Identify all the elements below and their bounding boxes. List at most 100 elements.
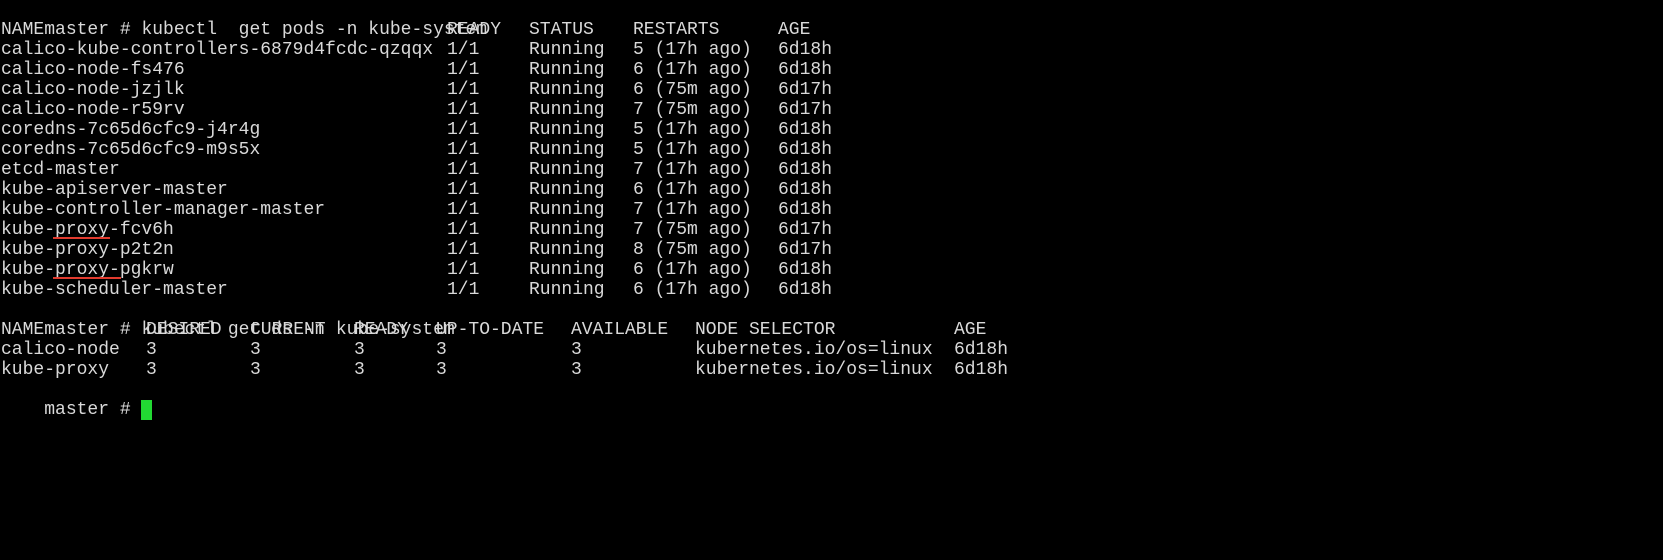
ds-row: calico-node 3 3 3 3 3 kubernetes.io/os=l… bbox=[1, 340, 1008, 360]
pod-restarts: 6 (75m ago) bbox=[633, 80, 752, 100]
pod-name: calico-node-jzjlk bbox=[1, 80, 185, 100]
pod-name: etcd-master bbox=[1, 160, 120, 180]
pod-status: Running bbox=[529, 180, 605, 200]
ds-age: 6d18h bbox=[954, 340, 1009, 360]
ds-name: calico-node bbox=[1, 340, 120, 360]
pods-header-row: NAME READY STATUS RESTARTS AGE bbox=[1, 20, 810, 40]
pod-status: Running bbox=[529, 140, 605, 160]
ds-node-selector: kubernetes.io/os=linux bbox=[695, 340, 933, 360]
column-header-name: NAME bbox=[1, 320, 45, 340]
pod-status: Running bbox=[529, 80, 605, 100]
pod-name: kube-apiserver-master bbox=[1, 180, 228, 200]
pod-restarts: 6 (17h ago) bbox=[633, 60, 752, 80]
ds-up-to-date: 3 bbox=[436, 360, 447, 380]
pod-status: Running bbox=[529, 120, 605, 140]
ds-node-selector: kubernetes.io/os=linux bbox=[695, 360, 933, 380]
column-header-desired: DESIRED bbox=[146, 320, 222, 340]
terminal-window[interactable]: master # kubectl get pods -n kube-system… bbox=[1, 0, 1661, 435]
pod-restarts: 6 (17h ago) bbox=[633, 260, 752, 280]
pod-restarts: 7 (17h ago) bbox=[633, 160, 752, 180]
pod-age: 6d18h bbox=[778, 200, 833, 220]
pod-status: Running bbox=[529, 200, 605, 220]
command-text: kubectl get pods -n kube-system bbox=[141, 20, 488, 40]
ds-available: 3 bbox=[571, 340, 582, 360]
ds-ready: 3 bbox=[354, 360, 365, 380]
pod-ready: 1/1 bbox=[447, 240, 480, 260]
pod-status: Running bbox=[529, 40, 605, 60]
ds-header-row: NAME DESIRED CURRENT READY UP-TO-DATE AV… bbox=[1, 320, 986, 340]
ds-desired: 3 bbox=[146, 340, 157, 360]
ds-available: 3 bbox=[571, 360, 582, 380]
ds-age: 6d18h bbox=[954, 360, 1009, 380]
pod-row: calico-node-r59rv 1/1 Running 7 (75m ago… bbox=[1, 100, 832, 120]
pod-restarts: 7 (75m ago) bbox=[633, 100, 752, 120]
ds-ready: 3 bbox=[354, 340, 365, 360]
ds-up-to-date: 3 bbox=[436, 340, 447, 360]
pod-ready: 1/1 bbox=[447, 220, 480, 240]
pod-age: 6d18h bbox=[778, 40, 833, 60]
pod-restarts: 7 (17h ago) bbox=[633, 200, 752, 220]
pod-name: coredns-7c65d6cfc9-m9s5x bbox=[1, 140, 261, 160]
pod-restarts: 8 (75m ago) bbox=[633, 240, 752, 260]
pod-row: kube-proxy-fcv6h 1/1 Running 7 (75m ago)… bbox=[1, 220, 832, 240]
ds-current: 3 bbox=[250, 360, 261, 380]
pod-name: kube-scheduler-master bbox=[1, 280, 228, 300]
pod-row: kube-scheduler-master 1/1 Running 6 (17h… bbox=[1, 280, 832, 300]
column-header-up-to-date: UP-TO-DATE bbox=[436, 320, 545, 340]
ds-desired: 3 bbox=[146, 360, 157, 380]
pod-age: 6d18h bbox=[778, 60, 833, 80]
pod-ready: 1/1 bbox=[447, 60, 480, 80]
pod-name: calico-node-fs476 bbox=[1, 60, 185, 80]
pod-name: coredns-7c65d6cfc9-j4r4g bbox=[1, 120, 261, 140]
pod-age: 6d17h bbox=[778, 100, 833, 120]
shell-prompt: master # bbox=[44, 20, 142, 40]
pod-status: Running bbox=[529, 280, 605, 300]
pod-ready: 1/1 bbox=[447, 160, 480, 180]
pod-row: calico-node-jzjlk 1/1 Running 6 (75m ago… bbox=[1, 80, 832, 100]
pod-name: calico-node-r59rv bbox=[1, 100, 185, 120]
input-line[interactable]: master # bbox=[1, 380, 153, 420]
pod-row: calico-kube-controllers-6879d4fcdc-qzqqx… bbox=[1, 40, 832, 60]
pod-restarts: 6 (17h ago) bbox=[633, 280, 752, 300]
pod-row: coredns-7c65d6cfc9-j4r4g 1/1 Running 5 (… bbox=[1, 120, 832, 140]
pod-row: kube-proxy-p2t2n 1/1 Running 8 (75m ago)… bbox=[1, 240, 832, 260]
pod-status: Running bbox=[529, 260, 605, 280]
pod-restarts: 5 (17h ago) bbox=[633, 40, 752, 60]
command-line-get-pods: master # kubectl get pods -n kube-system bbox=[1, 0, 487, 40]
shell-prompt: master # bbox=[44, 320, 142, 340]
pod-age: 6d17h bbox=[778, 80, 833, 100]
pod-restarts: 5 (17h ago) bbox=[633, 140, 752, 160]
pod-restarts: 6 (17h ago) bbox=[633, 180, 752, 200]
column-header-ready: READY bbox=[447, 20, 502, 40]
pod-ready: 1/1 bbox=[447, 140, 480, 160]
pod-status: Running bbox=[529, 100, 605, 120]
pod-age: 6d18h bbox=[778, 180, 833, 200]
pod-row: etcd-master 1/1 Running 7 (17h ago) 6d18… bbox=[1, 160, 832, 180]
pod-name: kube-proxy-p2t2n bbox=[1, 240, 174, 260]
pod-row: kube-controller-manager-master 1/1 Runni… bbox=[1, 200, 832, 220]
pod-ready: 1/1 bbox=[447, 280, 480, 300]
ds-row: kube-proxy 3 3 3 3 3 kubernetes.io/os=li… bbox=[1, 360, 1008, 380]
pod-row: calico-node-fs476 1/1 Running 6 (17h ago… bbox=[1, 60, 832, 80]
column-header-name: NAME bbox=[1, 20, 45, 40]
pod-ready: 1/1 bbox=[447, 100, 480, 120]
text-cursor[interactable] bbox=[141, 400, 153, 420]
command-line-get-ds: master # kubectl get ds -n kube-system bbox=[1, 300, 454, 340]
column-header-available: AVAILABLE bbox=[571, 320, 669, 340]
pod-row: coredns-7c65d6cfc9-m9s5x 1/1 Running 5 (… bbox=[1, 140, 832, 160]
column-header-restarts: RESTARTS bbox=[633, 20, 720, 40]
pod-ready: 1/1 bbox=[447, 200, 480, 220]
ds-name: kube-proxy bbox=[1, 360, 110, 380]
pod-age: 6d18h bbox=[778, 280, 833, 300]
column-header-status: STATUS bbox=[529, 20, 594, 40]
pod-ready: 1/1 bbox=[447, 180, 480, 200]
pod-restarts: 7 (75m ago) bbox=[633, 220, 752, 240]
pod-age: 6d18h bbox=[778, 160, 833, 180]
shell-prompt: master # bbox=[44, 400, 142, 420]
column-header-age: AGE bbox=[954, 320, 987, 340]
pod-status: Running bbox=[529, 60, 605, 80]
spellcheck-underline bbox=[53, 237, 110, 239]
ds-current: 3 bbox=[250, 340, 261, 360]
pod-age: 6d18h bbox=[778, 140, 833, 160]
pod-ready: 1/1 bbox=[447, 120, 480, 140]
